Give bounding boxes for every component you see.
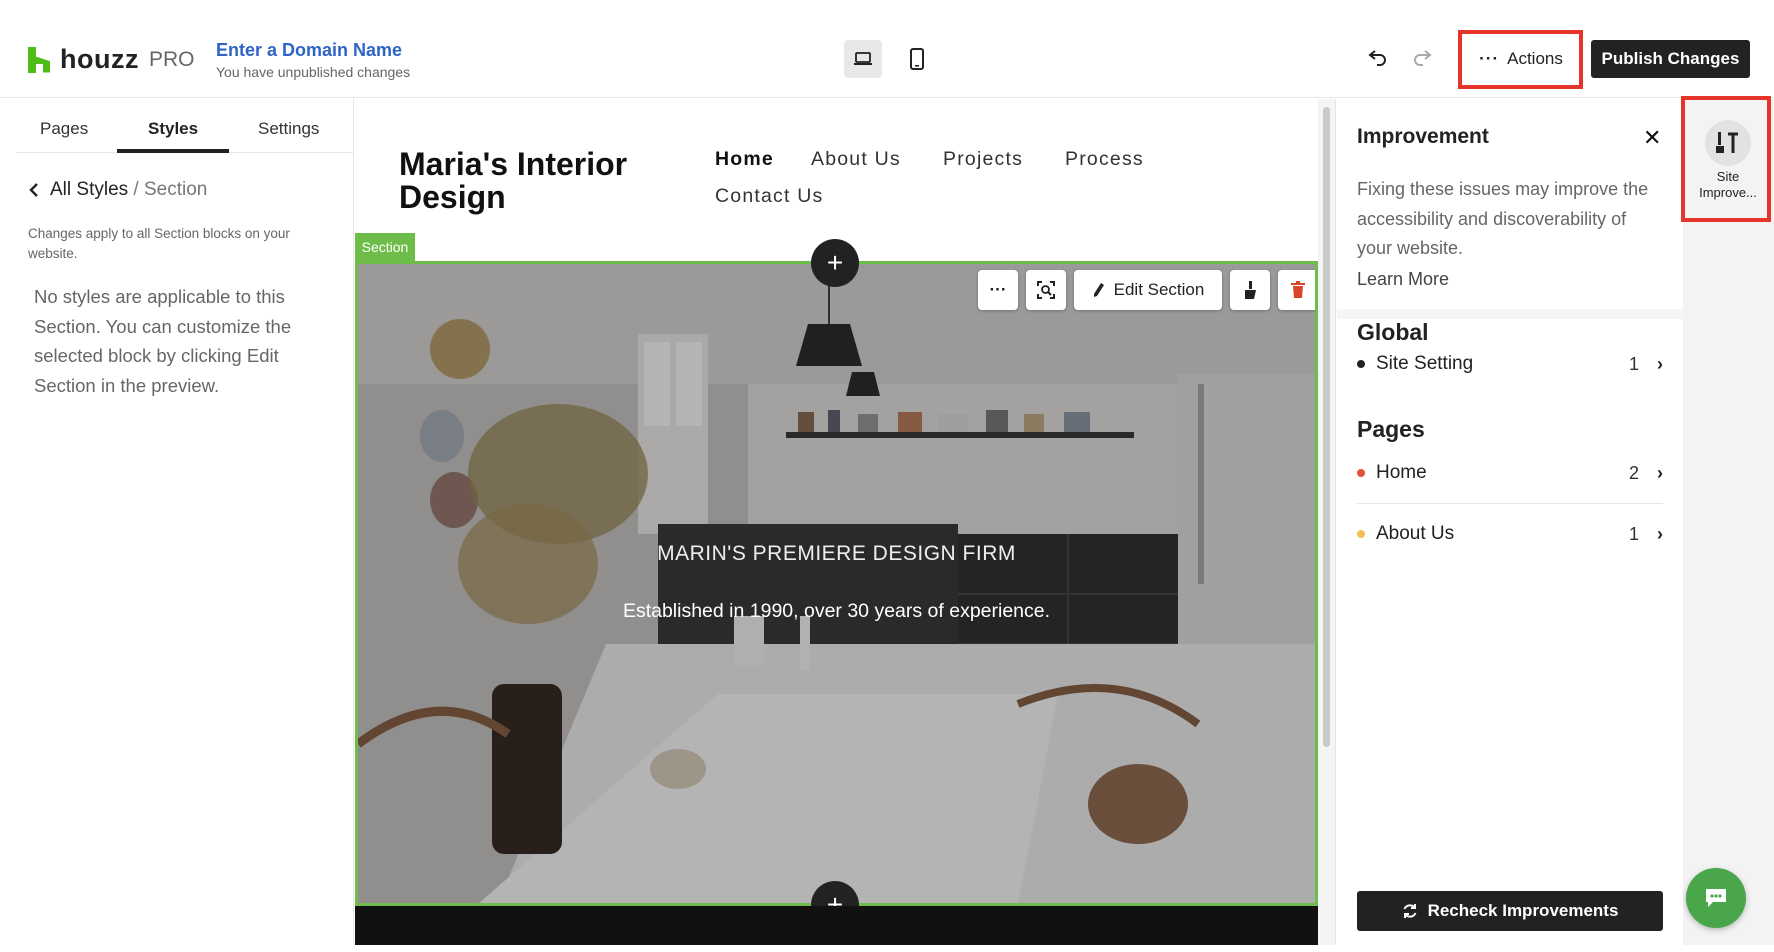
site-preview: Maria's Interior Design Home About Us Pr… bbox=[355, 99, 1318, 945]
status-dot bbox=[1357, 469, 1365, 477]
breadcrumb-all-styles[interactable]: All Styles / Section bbox=[50, 179, 207, 201]
recheck-improvements-button[interactable]: Recheck Improvements bbox=[1357, 891, 1663, 931]
changes-note: Changes apply to all Section blocks on y… bbox=[28, 226, 290, 261]
group-title-global: Global bbox=[1357, 319, 1429, 345]
status-dot bbox=[1357, 360, 1365, 368]
chevron-right-icon: › bbox=[1657, 462, 1663, 483]
site-improvement-icon bbox=[1716, 132, 1738, 153]
status-dot bbox=[1357, 530, 1365, 538]
hero-subtitle-text[interactable]: Established in 1990, over 30 years of ex… bbox=[358, 600, 1315, 623]
row-label: Site Setting bbox=[1376, 353, 1474, 374]
chevron-right-icon: › bbox=[1657, 353, 1663, 374]
undo-icon bbox=[1368, 50, 1386, 66]
improvement-panel: Improvement ✕ Fixing these issues may im… bbox=[1337, 99, 1683, 945]
group-title-pages: Pages bbox=[1357, 416, 1425, 442]
add-section-above-button[interactable]: + bbox=[811, 239, 859, 287]
domain-area: Enter a Domain Name You have unpublished… bbox=[216, 40, 410, 80]
brand-name: houzz bbox=[60, 44, 139, 74]
styles-panel: Pages Styles Settings All Styles / Secti… bbox=[16, 99, 354, 945]
section-style-button[interactable] bbox=[1230, 270, 1270, 310]
improvement-row-home[interactable]: Home 2 › bbox=[1357, 453, 1663, 493]
more-icon: ··· bbox=[989, 280, 1007, 299]
chevron-left-icon[interactable] bbox=[28, 182, 40, 198]
right-rail bbox=[1683, 99, 1774, 945]
website-builder: houzz PRO Enter a Domain Name You have u… bbox=[0, 0, 1774, 952]
brand-suffix: PRO bbox=[148, 47, 195, 71]
chat-icon bbox=[1706, 889, 1726, 907]
section-zoom-button[interactable] bbox=[1026, 270, 1066, 310]
close-icon[interactable]: ✕ bbox=[1643, 125, 1661, 151]
row-count: 2 bbox=[1628, 462, 1639, 483]
improvement-row-site-setting[interactable]: Site Setting 1 › bbox=[1357, 344, 1663, 384]
breadcrumb: All Styles / Section bbox=[28, 179, 207, 201]
recheck-label: Recheck Improvements bbox=[1427, 901, 1619, 920]
hero-section[interactable]: MARIN'S PREMIERE DESIGN FIRM Established… bbox=[355, 261, 1318, 906]
undo-button[interactable] bbox=[1368, 48, 1388, 71]
improvement-description: Fixing these issues may improve the acce… bbox=[1357, 179, 1649, 258]
chat-button[interactable] bbox=[1686, 868, 1746, 928]
improvement-title: Improvement bbox=[1357, 125, 1489, 148]
row-count: 1 bbox=[1628, 353, 1639, 374]
nav-contact-us[interactable]: Contact Us bbox=[715, 185, 823, 208]
edit-section-label: Edit Section bbox=[1113, 280, 1205, 299]
brush-icon bbox=[1245, 281, 1256, 299]
hero-eyebrow-text[interactable]: MARIN'S PREMIERE DESIGN FIRM bbox=[358, 542, 1315, 566]
no-styles-message: No styles are applicable to this Section… bbox=[34, 286, 292, 396]
nav-about-us[interactable]: About Us bbox=[811, 148, 901, 171]
site-improvement-button[interactable] bbox=[1705, 120, 1751, 166]
chevron-right-icon: › bbox=[1657, 523, 1663, 544]
tab-settings[interactable]: Settings bbox=[258, 119, 319, 139]
active-tab-indicator bbox=[117, 149, 229, 153]
unpublished-status: You have unpublished changes bbox=[216, 64, 411, 80]
trash-icon bbox=[1291, 281, 1305, 298]
actions-label: Actions bbox=[1507, 49, 1563, 68]
next-section-preview bbox=[355, 906, 1318, 945]
tab-styles[interactable]: Styles bbox=[148, 119, 198, 139]
top-bar: houzz PRO Enter a Domain Name You have u… bbox=[0, 0, 1774, 98]
row-label: About Us bbox=[1376, 523, 1455, 544]
plus-icon: + bbox=[826, 247, 844, 278]
preview-scrollbar[interactable] bbox=[1318, 99, 1336, 945]
actions-button[interactable]: ··· Actions bbox=[1468, 40, 1574, 78]
laptop-icon bbox=[854, 52, 872, 65]
improvement-list: Global Site Setting 1 › Pages Home 2 › A… bbox=[1337, 319, 1683, 945]
zoom-scan-icon bbox=[1037, 281, 1055, 299]
learn-more-link[interactable]: Learn More bbox=[1357, 269, 1449, 290]
refresh-icon bbox=[1403, 904, 1416, 918]
section-toolbar: ··· Edit Section bbox=[978, 270, 1315, 310]
houzz-logo-icon bbox=[28, 46, 52, 73]
site-improvement-label[interactable]: Site Improve... bbox=[1688, 169, 1768, 201]
tab-pages[interactable]: Pages bbox=[40, 119, 88, 139]
mobile-view-button[interactable] bbox=[898, 40, 936, 78]
improvement-row-about-us[interactable]: About Us 1 › bbox=[1357, 514, 1663, 554]
divider bbox=[1357, 503, 1663, 504]
enter-domain-link[interactable]: Enter a Domain Name bbox=[216, 40, 410, 61]
row-count: 1 bbox=[1628, 523, 1639, 544]
section-tag: Section bbox=[355, 233, 415, 261]
desktop-view-button[interactable] bbox=[844, 40, 882, 78]
delete-section-button[interactable] bbox=[1278, 270, 1315, 310]
houzz-logo[interactable]: houzz PRO bbox=[28, 44, 195, 75]
nav-projects[interactable]: Projects bbox=[943, 148, 1023, 171]
site-title[interactable]: Maria's Interior Design bbox=[399, 148, 659, 214]
hero-overlay bbox=[358, 264, 1315, 903]
device-toggle bbox=[844, 40, 936, 78]
scroll-thumb[interactable] bbox=[1323, 107, 1330, 747]
pencil-icon bbox=[1093, 283, 1104, 297]
nav-home[interactable]: Home bbox=[715, 148, 774, 171]
row-label: Home bbox=[1376, 462, 1427, 483]
panel-tabs: Pages Styles Settings bbox=[16, 99, 354, 153]
redo-button[interactable] bbox=[1412, 48, 1432, 71]
nav-process[interactable]: Process bbox=[1065, 148, 1144, 171]
publish-changes-button[interactable]: Publish Changes bbox=[1591, 40, 1750, 78]
improvement-header: Improvement ✕ Fixing these issues may im… bbox=[1337, 99, 1683, 309]
redo-icon bbox=[1414, 50, 1432, 66]
edit-section-button[interactable]: Edit Section bbox=[1074, 270, 1222, 310]
section-more-button[interactable]: ··· bbox=[978, 270, 1018, 310]
more-icon: ··· bbox=[1479, 49, 1500, 68]
phone-icon bbox=[910, 48, 924, 70]
